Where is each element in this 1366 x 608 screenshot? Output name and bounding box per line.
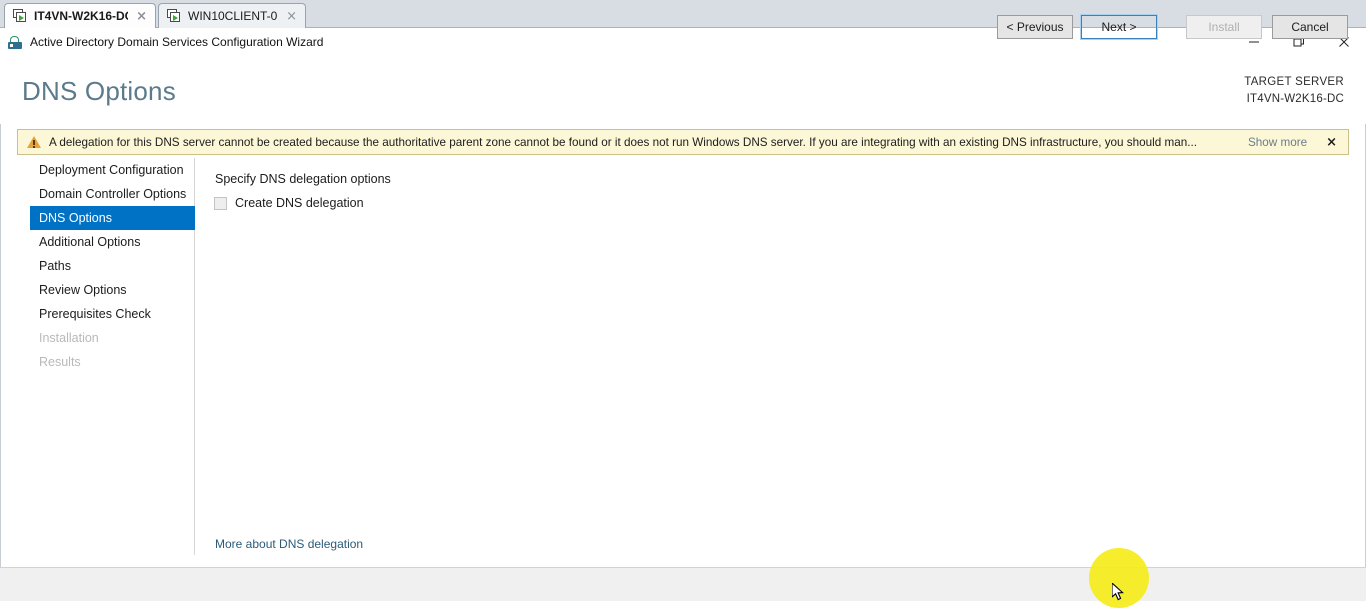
window-title: Active Directory Domain Services Configu…: [30, 35, 324, 49]
sidebar-item-prerequisites-check[interactable]: Prerequisites Check: [17, 302, 194, 326]
next-button-label: Next >: [1101, 20, 1137, 34]
cancel-button-label: Cancel: [1291, 20, 1329, 34]
previous-button-label: < Previous: [1006, 20, 1064, 34]
sidebar-item-installation: Installation: [17, 326, 194, 350]
target-server-label: TARGET SERVER: [1244, 76, 1344, 88]
install-button-label: Install: [1208, 20, 1240, 34]
vm-tab-close-icon[interactable]: ×: [284, 10, 299, 23]
vm-tab-close-icon[interactable]: ×: [134, 10, 149, 23]
sidebar-item-label: Review Options: [39, 283, 127, 297]
sidebar-item-label: Installation: [39, 331, 99, 345]
create-dns-delegation-row[interactable]: Create DNS delegation: [214, 196, 364, 210]
previous-button[interactable]: < Previous: [997, 15, 1073, 39]
vm-connection-icon: [13, 9, 28, 23]
sidebar-item-label: Prerequisites Check: [39, 307, 151, 321]
wizard-content-pane: Specify DNS delegation options Create DN…: [196, 158, 1349, 555]
sidebar-item-paths[interactable]: Paths: [17, 254, 194, 278]
vm-connection-icon: [167, 9, 182, 23]
page-title: DNS Options: [22, 76, 176, 106]
sidebar-item-label: Domain Controller Options: [39, 187, 187, 201]
target-server-name: IT4VN-W2K16-DC: [1246, 93, 1344, 105]
sidebar-item-label: Paths: [39, 259, 71, 273]
target-server-block: TARGET SERVER IT4VN-W2K16-DC: [1244, 74, 1344, 108]
more-about-dns-delegation-link[interactable]: More about DNS delegation: [215, 537, 363, 551]
warning-message: A delegation for this DNS server cannot …: [49, 135, 1197, 149]
sidebar-item-label: Deployment Configuration: [39, 163, 184, 177]
sidebar-item-domain-controller-options[interactable]: Domain Controller Options: [17, 182, 194, 206]
sidebar-item-label: Additional Options: [39, 235, 141, 249]
warning-triangle-icon: [27, 135, 41, 149]
sidebar-item-review-options[interactable]: Review Options: [17, 278, 194, 302]
mouse-cursor: [1111, 581, 1126, 608]
sidebar-item-additional-options[interactable]: Additional Options: [17, 230, 194, 254]
sidebar-item-label: DNS Options: [39, 211, 112, 225]
create-dns-delegation-checkbox[interactable]: [214, 196, 227, 210]
install-button: Install: [1186, 15, 1262, 39]
content-heading: Specify DNS delegation options: [215, 172, 391, 186]
vm-tab-label: IT4VN-W2K16-DC: [34, 9, 129, 23]
sidebar-item-dns-options[interactable]: DNS Options: [30, 206, 195, 230]
sidebar-item-deployment-configuration[interactable]: Deployment Configuration: [17, 158, 194, 182]
vm-tab-strip: IT4VN-W2K16-DC × WIN10CLIENT-01 ×: [0, 0, 1366, 28]
vm-tab-win10client-01[interactable]: WIN10CLIENT-01 ×: [158, 3, 306, 28]
vm-tab-label: WIN10CLIENT-01: [188, 9, 279, 23]
wizard-footer: [0, 567, 1366, 601]
sidebar-item-label: Results: [39, 355, 81, 369]
warning-banner: A delegation for this DNS server cannot …: [17, 129, 1349, 155]
vm-tab-it4vn-w2k16-dc[interactable]: IT4VN-W2K16-DC ×: [4, 3, 156, 28]
wizard-title-bar: Active Directory Domain Services Configu…: [0, 28, 1366, 56]
wizard-nav-pane: Deployment Configuration Domain Controll…: [17, 158, 195, 555]
create-dns-delegation-label: Create DNS delegation: [235, 196, 364, 210]
ad-ds-wizard-icon: [7, 34, 23, 50]
cancel-button[interactable]: Cancel: [1272, 15, 1348, 39]
sidebar-item-results: Results: [17, 350, 194, 374]
next-button[interactable]: Next >: [1081, 15, 1157, 39]
wizard-body: Deployment Configuration Domain Controll…: [17, 158, 1349, 555]
page-header: [0, 56, 1366, 124]
warning-close-icon[interactable]: ×: [1321, 135, 1342, 150]
show-more-link[interactable]: Show more: [1248, 136, 1307, 149]
